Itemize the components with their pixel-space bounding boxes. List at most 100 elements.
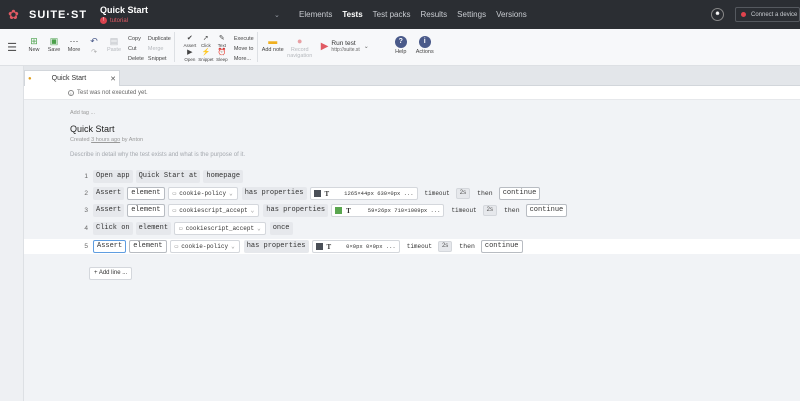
record-navigation-button[interactable]: ● Record navigation — [285, 29, 315, 59]
new-button[interactable]: ⊞ New — [24, 29, 44, 53]
duplicate-button[interactable]: Duplicate — [148, 34, 171, 44]
properties-box[interactable]: T 0×0px 0×0px ... — [311, 240, 400, 253]
nav-test-packs[interactable]: Test packs — [368, 0, 416, 29]
more-icon: ⋯ — [69, 36, 79, 46]
command-keyword[interactable]: Assert — [93, 204, 125, 217]
redo-icon: ↷ — [91, 49, 97, 56]
subject-type[interactable]: element — [127, 204, 165, 217]
execute-button[interactable]: Execute — [234, 34, 254, 44]
assertion-type[interactable]: has properties — [241, 187, 307, 200]
element-select[interactable]: ▭ cookiescript_accept ⌄ — [167, 204, 260, 217]
assert-button[interactable]: ✔ Assert — [182, 34, 198, 48]
timeout-value[interactable]: 2s — [482, 205, 497, 216]
project-selector[interactable]: Quick Start ! tutorial — [100, 5, 270, 24]
menu-icon[interactable]: ☰ — [0, 29, 24, 66]
assertion-type[interactable]: has properties — [243, 240, 309, 253]
element-select[interactable]: ▭ cookie-policy ⌄ — [167, 187, 238, 200]
repeat-mode[interactable]: once — [269, 222, 293, 235]
copy-button[interactable]: Copy — [128, 34, 144, 44]
text-button[interactable]: ✎ Text — [214, 34, 230, 48]
text-icon: T — [324, 189, 330, 198]
nav-results[interactable]: Results — [415, 0, 452, 29]
color-swatch — [313, 190, 321, 197]
save-button[interactable]: ▣ Save — [44, 29, 64, 53]
more-button[interactable]: ⋯ More — [64, 29, 84, 53]
add-note-button[interactable]: ▬ Add note — [261, 29, 285, 53]
command-keyword[interactable]: Open app — [93, 170, 133, 183]
app-logo[interactable]: ✿ SUITE·ST — [0, 7, 92, 22]
subject-type[interactable]: element — [127, 187, 165, 200]
add-line-button[interactable]: + Add line ... — [89, 267, 133, 280]
connect-device-button[interactable]: Connect a device — [735, 7, 800, 22]
test-line[interactable]: 4 Click on element ▭ cookiescript_accept ⌄… — [68, 221, 296, 236]
delete-button[interactable]: Delete — [128, 54, 144, 64]
help-button[interactable]: ? Help — [389, 29, 413, 55]
more-commands-button[interactable]: More... — [234, 54, 254, 64]
tab-bar: ● Quick Start ✕ — [24, 66, 800, 86]
command-keyword[interactable]: Assert — [93, 240, 127, 253]
close-icon[interactable]: ✕ — [110, 75, 116, 83]
properties-box[interactable]: T 59×26px 710×1009px ... — [331, 204, 445, 217]
test-editor: Add tag ... Quick Start Created 3 hours … — [24, 100, 800, 401]
on-fail-select[interactable]: continue — [498, 187, 541, 200]
app-name: SUITE·ST — [29, 8, 88, 21]
nav-tests[interactable]: Tests — [337, 0, 367, 29]
sleep-button[interactable]: ⏰ Sleep — [214, 48, 230, 62]
page-icon: ▭ — [172, 190, 177, 197]
properties-box[interactable]: T 1265×44px 630×0px ... — [309, 187, 418, 200]
new-icon: ⊞ — [30, 36, 38, 46]
line-group: Duplicate Merge Snippet — [148, 29, 171, 64]
snippet-button[interactable]: Snippet — [148, 54, 171, 64]
run-test-button[interactable]: ▶ Run test http://suite.st ⌄ — [321, 29, 389, 53]
merge-button[interactable]: Merge — [148, 44, 171, 54]
test-line[interactable]: 3 Assert element ▭ cookiescript_accept ⌄ h… — [68, 203, 570, 218]
subject-type[interactable]: element — [129, 240, 167, 253]
chevron-down-icon: ⌄ — [231, 243, 235, 250]
nav-elements[interactable]: Elements — [294, 0, 337, 29]
command-keyword[interactable]: Assert — [93, 187, 125, 200]
actions-button[interactable]: i Actions — [413, 29, 437, 55]
undo-redo[interactable]: ↶ ↷ — [84, 29, 104, 59]
cursor-icon: ➚ — [202, 35, 209, 42]
test-description[interactable]: Describe in detail why the test exists a… — [70, 152, 245, 158]
divider — [256, 32, 258, 62]
project-title: Quick Start — [100, 5, 149, 15]
timeout-value[interactable]: 2s — [455, 188, 471, 199]
timeout-value[interactable]: 2s — [437, 241, 453, 252]
user-avatar[interactable]: ☻ — [711, 8, 724, 21]
command-keyword[interactable]: Click on — [93, 222, 133, 235]
snippet-cmd-button[interactable]: ⚡ Snippet — [198, 48, 214, 62]
subject-type[interactable]: element — [135, 222, 172, 235]
record-icon: ● — [297, 36, 303, 46]
element-select[interactable]: ▭ cookie-policy ⌄ — [169, 240, 240, 253]
nav-settings[interactable]: Settings — [452, 0, 491, 29]
on-fail-select[interactable]: continue — [525, 204, 568, 217]
on-fail-select[interactable]: continue — [480, 240, 523, 253]
page-name[interactable]: homepage — [203, 170, 244, 183]
chevron-down-icon[interactable]: ⌄ — [274, 11, 288, 19]
paste-button[interactable]: ▤ Paste — [104, 29, 124, 53]
timeout-label: timeout — [451, 207, 477, 214]
test-line[interactable]: 2 Assert element ▭ cookie-policy ⌄ has pro… — [68, 186, 543, 201]
element-select[interactable]: ▭ cookiescript_accept ⌄ — [174, 222, 266, 235]
test-title[interactable]: Quick Start — [70, 124, 115, 134]
more-commands: Execute Move to More... — [234, 29, 254, 64]
click-button[interactable]: ➚ Click — [198, 34, 214, 48]
assertion-type[interactable]: has properties — [263, 204, 329, 217]
info-icon: i — [68, 89, 74, 96]
test-line-selected[interactable]: 5 Assert element ▭ cookie-policy ⌄ has pro… — [24, 239, 800, 254]
move-to-button[interactable]: Move to — [234, 44, 254, 54]
test-line[interactable]: 1 Open app Quick Start at homepage — [68, 169, 246, 184]
chevron-down-icon: ⌄ — [250, 207, 255, 214]
tab-quick-start[interactable]: ● Quick Start ✕ — [24, 70, 120, 86]
cut-button[interactable]: Cut — [128, 44, 144, 54]
open-button[interactable]: ▶ Open — [182, 48, 198, 62]
app-config[interactable]: Quick Start at — [135, 170, 201, 183]
chevron-down-icon[interactable]: ⌄ — [364, 43, 369, 50]
nav-versions[interactable]: Versions — [491, 0, 532, 29]
divider — [173, 32, 175, 62]
page-icon: ▭ — [172, 207, 177, 214]
note-icon: ▬ — [268, 36, 278, 46]
check-icon: ✔ — [186, 35, 193, 42]
add-tag-input[interactable]: Add tag ... — [70, 110, 95, 116]
